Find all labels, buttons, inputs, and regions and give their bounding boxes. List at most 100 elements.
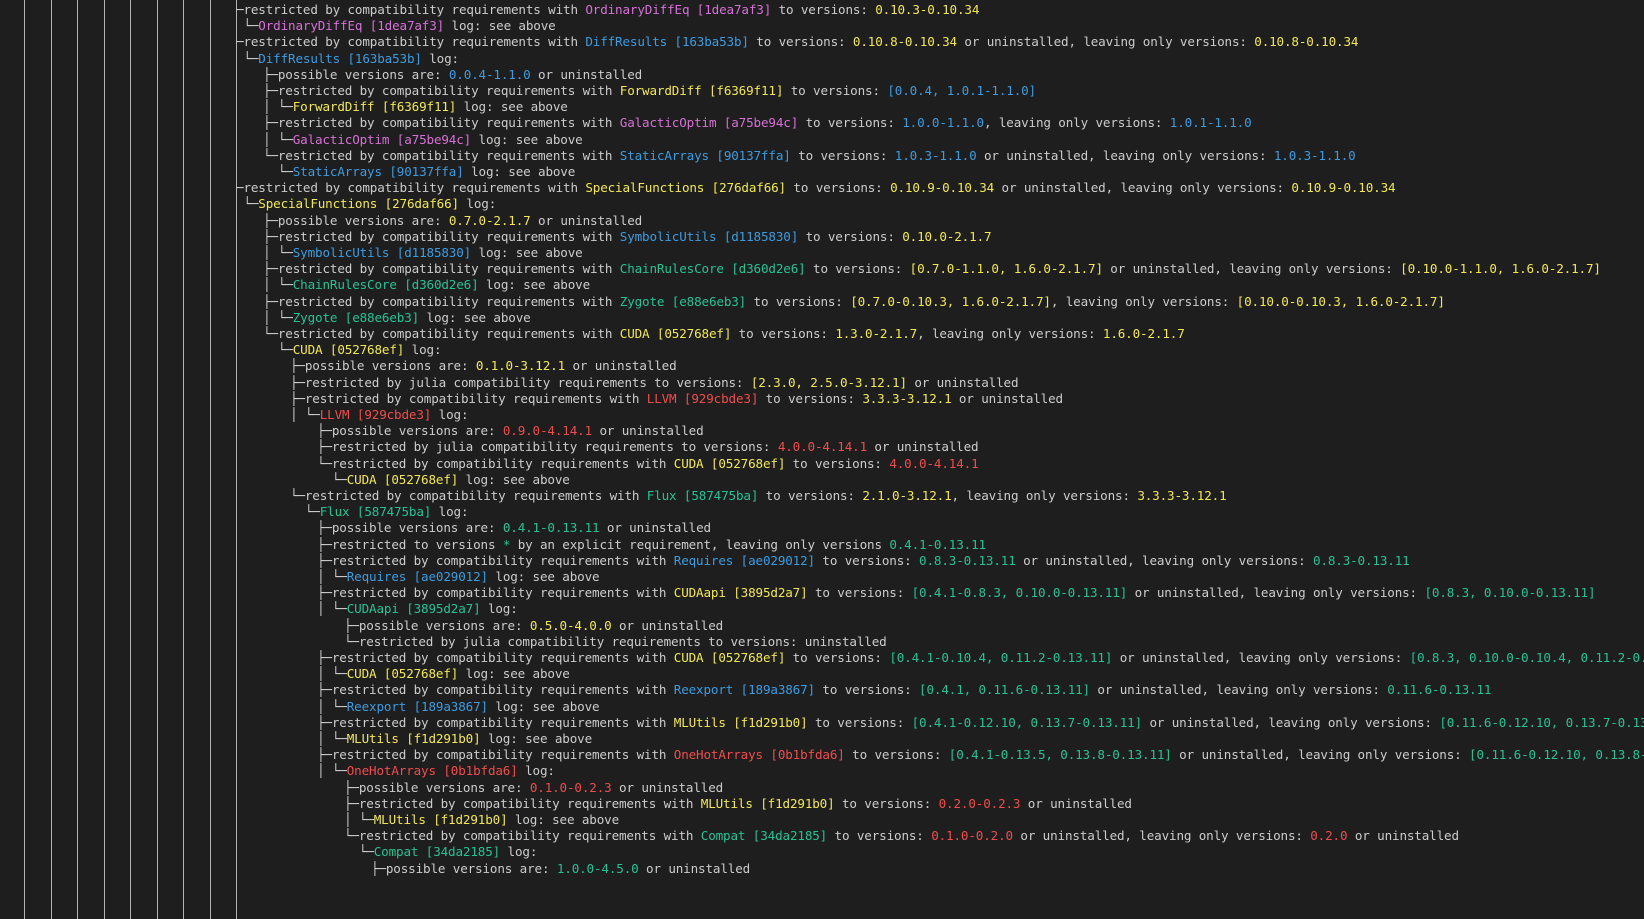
log-text: restricted by compatibility requirements… [358, 795, 701, 811]
log-text: possible versions are: [277, 212, 449, 228]
log-text: restricted by julia compatibility requir… [331, 439, 778, 455]
log-line: ├─possible versions are: 0.7.0-2.1.7 or … [263, 212, 642, 229]
tree-branch: │ └─ [344, 812, 374, 827]
log-line: └─CUDA [052768ef] log: see above [317, 471, 570, 488]
highlighted-text: [0.4.1-0.10.4, 0.11.2-0.13.11] [889, 650, 1113, 665]
highlighted-text: CUDA [052768ef] [673, 650, 786, 665]
highlighted-text: DiffResults [163ba53b] [258, 50, 422, 66]
log-line: ├─restricted by compatibility requiremen… [317, 649, 1644, 666]
tree-guide-line [77, 0, 78, 919]
tree-branch: ├─ [263, 293, 278, 309]
highlighted-text: ChainRulesCore [d360d2e6] [619, 261, 806, 277]
highlighted-text: MLUtils [f1d291b0] [700, 795, 835, 811]
log-line: └─Compat [34da2185] log: [344, 843, 538, 860]
terminal-output[interactable]: ─restricted by compatibility requirement… [0, 0, 1644, 919]
log-line: ├─restricted by compatibility requiremen… [263, 228, 992, 245]
highlighted-text: [0.4.1-0.8.3, 0.10.0-0.13.11] [911, 585, 1128, 601]
log-line: ├─restricted by julia compatibility requ… [290, 374, 1019, 391]
log-text: to versions: [798, 115, 903, 131]
highlighted-text: Reexport [189a3867] [673, 682, 815, 698]
highlighted-text: CUDA [052768ef] [673, 455, 786, 471]
log-text: or uninstalled [611, 617, 724, 633]
log-text: possible versions are: [304, 358, 476, 374]
log-text: or uninstalled [599, 520, 711, 536]
highlighted-text: 0.11.6-0.13.11 [1387, 682, 1492, 698]
highlighted-text: [0.7.0-1.1.0, 1.6.0-2.1.7] [909, 261, 1103, 277]
log-text: restricted by compatibility requirements… [243, 34, 586, 50]
log-text: , leaving only versions: [917, 326, 1103, 341]
log-text: restricted by compatibility requirements… [331, 682, 674, 698]
log-line: ├─possible versions are: 0.0.4-1.1.0 or … [263, 66, 642, 83]
log-text: to versions: [805, 261, 910, 277]
highlighted-text: [0.4.1-0.13.5, 0.13.8-0.13.11] [948, 747, 1172, 763]
tree-branch: ├─ [263, 228, 278, 244]
highlighted-text: CUDA [052768ef] [346, 471, 459, 487]
highlighted-text: 0.1.0-0.2.0 [931, 828, 1013, 844]
log-text: or uninstalled, leaving only versions: [1015, 552, 1313, 568]
highlighted-text: 3.3.3-3.12.1 [1137, 488, 1227, 503]
highlighted-text: DiffResults [163ba53b] [585, 34, 749, 50]
log-text: restricted by compatibility requirements… [277, 228, 620, 244]
highlighted-text: SpecialFunctions [276daf66] [585, 180, 786, 196]
log-text: to versions: [758, 488, 863, 503]
log-text: restricted by julia compatibility requir… [358, 633, 887, 649]
tree-branch: ├─ [317, 747, 332, 763]
log-text: restricted by julia compatibility requir… [304, 374, 751, 390]
log-text: or uninstalled, leaving only versions: [1090, 682, 1388, 698]
log-text: , leaving only versions: [951, 488, 1138, 503]
log-text: restricted by compatibility requirements… [243, 2, 586, 17]
highlighted-text: ForwardDiff [f6369f11] [292, 99, 457, 115]
log-text: or uninstalled, leaving only versions: [1142, 714, 1440, 730]
log-line: └─restricted by compatibility requiremen… [317, 455, 979, 472]
log-text: or uninstalled [530, 66, 643, 82]
highlighted-text: [0.0.4, 1.0.1-1.1.0] [887, 83, 1036, 98]
log-text: log: see above [458, 471, 570, 487]
highlighted-text: SpecialFunctions [276daf66] [258, 196, 459, 212]
log-text: or uninstalled, leaving only versions: [956, 34, 1255, 50]
log-line: ├─restricted by compatibility requiremen… [290, 390, 1063, 407]
log-line: └─DiffResults [163ba53b] log: [236, 50, 459, 67]
highlighted-text: 4.0.0-4.14.1 [777, 439, 867, 455]
log-line: ─restricted by compatibility requirement… [236, 33, 1358, 50]
highlighted-text: 0.1.0-3.12.1 [475, 358, 566, 374]
log-text: or uninstalled, leaving only versions: [976, 147, 1274, 163]
log-text: to versions: [758, 390, 863, 406]
log-text: restricted by compatibility requirements… [277, 261, 620, 277]
log-text: restricted by compatibility requirements… [304, 488, 647, 503]
highlighted-text: GalacticOptim [a75be94c] [292, 131, 472, 147]
log-line: ─restricted by compatibility requirement… [236, 179, 1396, 196]
log-text: log: [431, 504, 469, 520]
log-text: restricted by compatibility requirements… [304, 390, 647, 406]
tree-guide-line [183, 0, 184, 919]
log-text: log: see above [487, 698, 600, 714]
log-text: log: [517, 763, 555, 779]
log-text: restricted to versions [331, 536, 503, 552]
log-text: restricted by compatibility requirements… [277, 326, 620, 341]
highlighted-text: 1.3.0-2.1.7 [835, 326, 918, 341]
highlighted-text: CUDAapi [3895d2a7] [673, 585, 808, 601]
log-text: restricted by compatibility requirements… [331, 714, 674, 730]
highlighted-text: 1.0.3-1.1.0 [1273, 147, 1356, 163]
log-text: restricted by compatibility requirements… [277, 147, 620, 163]
tree-branch: ├─ [317, 520, 332, 536]
highlighted-text: [0.4.1-0.12.10, 0.13.7-0.13.11] [911, 714, 1143, 730]
log-line: ├─restricted by compatibility requiremen… [263, 260, 1601, 277]
log-line: │ └─OneHotArrays [0b1bfda6] log: [317, 762, 555, 779]
tree-branch: └─ [236, 196, 259, 212]
highlighted-text: Flux [587475ba] [646, 488, 759, 503]
log-text: to versions: [807, 585, 912, 601]
log-text: to versions: [807, 714, 912, 730]
log-text: restricted by compatibility requirements… [331, 455, 674, 471]
log-text: log: see above [463, 164, 576, 179]
log-text: to versions: [790, 147, 895, 163]
log-text: restricted by compatibility requirements… [277, 115, 620, 131]
tree-branch: └─ [344, 633, 359, 649]
highlighted-text: StaticArrays [90137ffa] [619, 147, 791, 163]
log-line: │ └─CUDA [052768ef] log: see above [317, 665, 570, 682]
tree-branch: └─ [263, 326, 278, 341]
tree-branch: ├─ [263, 261, 278, 277]
log-line: │ └─MLUtils [f1d291b0] log: see above [344, 811, 619, 828]
log-line: └─StaticArrays [90137ffa] log: see above [263, 163, 575, 180]
tree-branch: │ └─ [317, 569, 347, 584]
tree-branch: ├─ [344, 617, 359, 633]
